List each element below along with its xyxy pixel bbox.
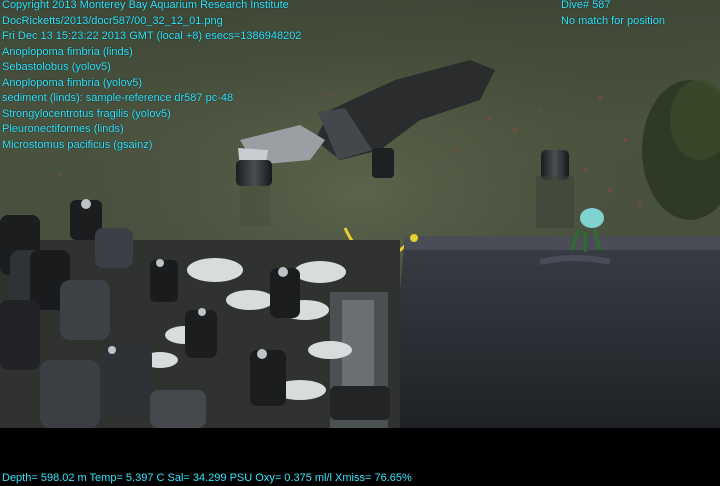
push-core-tube	[236, 160, 272, 226]
annotation-label: Anoplopoma fimbria (yolov5)	[2, 76, 143, 89]
annotation-label: Pleuronectiformes (linds)	[2, 123, 124, 135]
annotation-label: Microstomus pacificus (gsainz)	[2, 138, 153, 151]
video-frame: Copyright 2013 Monterey Bay Aquarium Res…	[0, 0, 720, 486]
tray-clamp	[330, 386, 390, 420]
annotation-label: Anoplopoma fimbria (linds)	[2, 45, 133, 58]
annotation-label: Strongylocentrotus fragilis (yolov5)	[2, 107, 171, 120]
sample-box	[390, 234, 720, 428]
annotation-label: sediment (linds): sample-reference dr587…	[2, 92, 234, 104]
dive-number-text: Dive# 587	[561, 0, 611, 11]
annotation-label: Sebastolobus (yolov5)	[2, 61, 111, 73]
metadata-overlay: Copyright 2013 Monterey Bay Aquarium Res…	[2, 0, 301, 153]
image-path-text: DocRicketts/2013/docr587/00_32_12_01.png	[2, 14, 223, 27]
position-status-text: No match for position	[561, 14, 665, 27]
push-core-tube	[536, 150, 574, 228]
copyright-text: Copyright 2013 Monterey Bay Aquarium Res…	[2, 0, 289, 11]
dive-overlay: Dive# 587 No match for position	[561, 0, 665, 29]
sensor-readout: Depth= 598.02 m Temp= 5.397 C Sal= 34.29…	[2, 472, 412, 484]
timestamp-text: Fri Dec 13 15:23:22 2013 GMT (local +8) …	[2, 30, 302, 42]
